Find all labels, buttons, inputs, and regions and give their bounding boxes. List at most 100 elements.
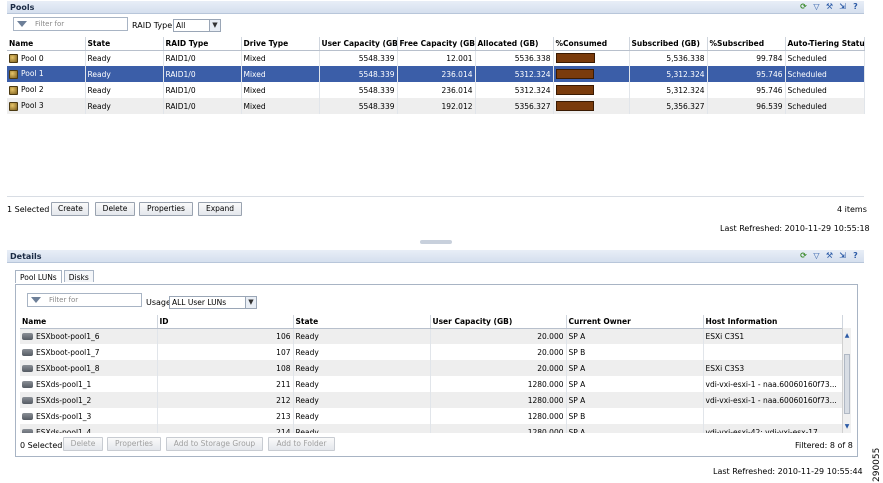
help-icon[interactable]: ? bbox=[851, 251, 860, 260]
pool-free_cap: 236.014 bbox=[441, 85, 473, 95]
pool-cell-allocated: 5356.327 bbox=[475, 98, 554, 114]
delete-pool-button[interactable]: Delete bbox=[95, 202, 135, 216]
pools-column-header[interactable]: %Subscribed bbox=[707, 37, 786, 51]
pools-column-header[interactable]: Subscribed (GB) bbox=[629, 37, 708, 51]
pools-panel-header: Pools ⟳ ▽ ⚒ ⇲ ? bbox=[7, 1, 864, 14]
pools-column-header[interactable]: Allocated (GB) bbox=[475, 37, 554, 51]
export-icon[interactable]: ⇲ bbox=[838, 251, 847, 260]
consumed-cell bbox=[553, 50, 630, 66]
pool-cell-tiering: Scheduled bbox=[785, 50, 865, 66]
lun-row[interactable]: ESXboot-pool1_7 107 Ready 20.000 SP B bbox=[20, 344, 843, 360]
pool-row[interactable]: Pool 1 Ready RAID1/0 Mixed 5548.339 236.014 53… bbox=[7, 66, 865, 82]
luns-scrollbar[interactable]: ▲ ▼ bbox=[842, 328, 851, 433]
panel-splitter-handle[interactable] bbox=[420, 240, 452, 244]
details-panel-header: Details ⟳ ▽ ⚒ ⇲ ? bbox=[7, 250, 864, 263]
pool-cell-free_cap: 236.014 bbox=[397, 66, 476, 82]
pool-cell-user_cap: 5548.339 bbox=[319, 82, 398, 98]
lun-name: ESXboot-pool1_7 bbox=[36, 347, 100, 357]
luns-column-header[interactable]: Current Owner bbox=[566, 315, 704, 329]
pools-column-header[interactable]: Free Capacity (GB) bbox=[397, 37, 476, 51]
lun-name: ESXds-pool1_4 bbox=[36, 427, 92, 434]
pool-drive: Mixed bbox=[243, 53, 266, 63]
help-icon[interactable]: ? bbox=[851, 2, 860, 11]
pool-cell-state: Ready bbox=[85, 82, 164, 98]
filter-icon[interactable]: ▽ bbox=[812, 2, 821, 11]
pools-column-header[interactable]: User Capacity (GB) bbox=[319, 37, 398, 51]
tab-disks[interactable]: Disks bbox=[63, 270, 94, 282]
luns-table: Name ID State User Capacity (GB) Current Own… bbox=[20, 315, 843, 433]
luns-column-header[interactable]: State bbox=[293, 315, 431, 329]
filter-icon[interactable]: ▽ bbox=[812, 251, 821, 260]
luns-column-header[interactable]: Host Information bbox=[703, 315, 843, 329]
create-button[interactable]: Create bbox=[51, 202, 89, 216]
raid-type-select[interactable]: All ▼ bbox=[173, 19, 221, 32]
pool-allocated: 5312.324 bbox=[514, 85, 551, 95]
pool-user_cap: 5548.339 bbox=[358, 101, 395, 111]
expand-button[interactable]: Expand bbox=[198, 202, 242, 216]
pool-tiering: Scheduled bbox=[787, 101, 827, 111]
pool-drive: Mixed bbox=[243, 69, 266, 79]
lun-row[interactable]: ESXds-pool1_4 214 Ready 1280.000 SP Avdi-vxi… bbox=[20, 424, 843, 434]
tab-pool-luns[interactable]: Pool LUNs bbox=[15, 270, 62, 283]
lun-properties-button[interactable]: Properties bbox=[107, 437, 161, 451]
delete-lun-button[interactable]: Delete bbox=[63, 437, 103, 451]
lun-capacity: 1280.000 bbox=[430, 408, 567, 424]
scroll-thumb[interactable] bbox=[844, 354, 850, 414]
pools-selected-count: 1 Selected bbox=[7, 205, 50, 214]
luns-filter-input[interactable]: Filter for bbox=[27, 293, 142, 307]
lun-row[interactable]: ESXds-pool1_3 213 Ready 1280.000 SP B bbox=[20, 408, 843, 424]
scroll-up-icon[interactable]: ▲ bbox=[843, 332, 851, 340]
scroll-down-icon[interactable]: ▼ bbox=[843, 423, 851, 431]
pool-properties-button[interactable]: Properties bbox=[139, 202, 193, 216]
pool-cell-user_cap: 5548.339 bbox=[319, 66, 398, 82]
pool-row[interactable]: Pool 0 Ready RAID1/0 Mixed 5548.339 12.001 553… bbox=[7, 50, 865, 66]
pool-tiering: Scheduled bbox=[787, 53, 827, 63]
consumed-bar bbox=[555, 85, 594, 95]
refresh-icon[interactable]: ⟳ bbox=[799, 251, 808, 260]
pool-allocated: 5536.338 bbox=[514, 53, 551, 63]
add-to-folder-button[interactable]: Add to Folder bbox=[268, 437, 335, 451]
add-to-storage-group-button[interactable]: Add to Storage Group bbox=[166, 437, 263, 451]
tools-icon[interactable]: ⚒ bbox=[825, 251, 834, 260]
lun-id: 211 bbox=[157, 376, 294, 392]
pool-icon bbox=[9, 54, 18, 63]
tools-icon[interactable]: ⚒ bbox=[825, 2, 834, 11]
lun-name: ESXboot-pool1_8 bbox=[36, 363, 100, 373]
details-tabs: Pool LUNs Disks bbox=[15, 270, 96, 283]
lun-id: 214 bbox=[157, 424, 294, 433]
lun-row[interactable]: ESXboot-pool1_6 106 Ready 20.000 SP A ESXi C3… bbox=[20, 328, 843, 344]
luns-column-header[interactable]: Name bbox=[20, 315, 158, 329]
pools-column-header[interactable]: Drive Type bbox=[241, 37, 320, 51]
pools-column-header[interactable]: Name bbox=[7, 37, 86, 51]
pool-row[interactable]: Pool 3 Ready RAID1/0 Mixed 5548.339 192.012 53… bbox=[7, 98, 865, 114]
pool-name: Pool 3 bbox=[21, 101, 44, 111]
pools-column-header[interactable]: State bbox=[85, 37, 164, 51]
pool-cell-state: Ready bbox=[85, 98, 164, 114]
luns-column-header[interactable]: User Capacity (GB) bbox=[430, 315, 567, 329]
pool-subscribed: 5,312.324 bbox=[666, 69, 705, 79]
pools-filter-input[interactable]: Filter for bbox=[13, 17, 128, 31]
refresh-icon[interactable]: ⟳ bbox=[799, 2, 808, 11]
lun-cell-name: ESXds-pool1_2 bbox=[20, 392, 158, 408]
pools-column-header[interactable]: %Consumed bbox=[553, 37, 630, 51]
lun-icon bbox=[22, 381, 33, 388]
pool-subscribed_pct: 96.539 bbox=[756, 101, 783, 111]
usage-select[interactable]: ALL User LUNs ▼ bbox=[169, 296, 257, 309]
lun-row[interactable]: ESXds-pool1_2 212 Ready 1280.000 SP Avdi-vxi… bbox=[20, 392, 843, 408]
export-icon[interactable]: ⇲ bbox=[838, 2, 847, 11]
pool-cell-free_cap: 192.012 bbox=[397, 98, 476, 114]
pools-column-header[interactable]: Auto-Tiering Status bbox=[785, 37, 865, 51]
lun-state: Ready bbox=[293, 360, 431, 376]
lun-row[interactable]: ESXds-pool1_1 211 Ready 1280.000 SP Avdi-vxi… bbox=[20, 376, 843, 392]
funnel-icon bbox=[17, 21, 27, 27]
lun-id: 213 bbox=[157, 408, 294, 424]
pools-column-header[interactable]: RAID Type bbox=[163, 37, 242, 51]
pool-row[interactable]: Pool 2 Ready RAID1/0 Mixed 5548.339 236.014 53… bbox=[7, 82, 865, 98]
usage-label: Usage bbox=[146, 298, 171, 307]
lun-row[interactable]: ESXboot-pool1_8 108 Ready 20.000 SP A ESXi C3… bbox=[20, 360, 843, 376]
lun-owner: SP B bbox=[566, 408, 704, 424]
pool-cell-tiering: Scheduled bbox=[785, 98, 865, 114]
lun-host: vdi-vxi-esxi-1 - naa.60060160f73... bbox=[703, 392, 843, 408]
luns-column-header[interactable]: ID bbox=[157, 315, 294, 329]
pool-cell-subscribed: 5,356.327 bbox=[629, 98, 708, 114]
